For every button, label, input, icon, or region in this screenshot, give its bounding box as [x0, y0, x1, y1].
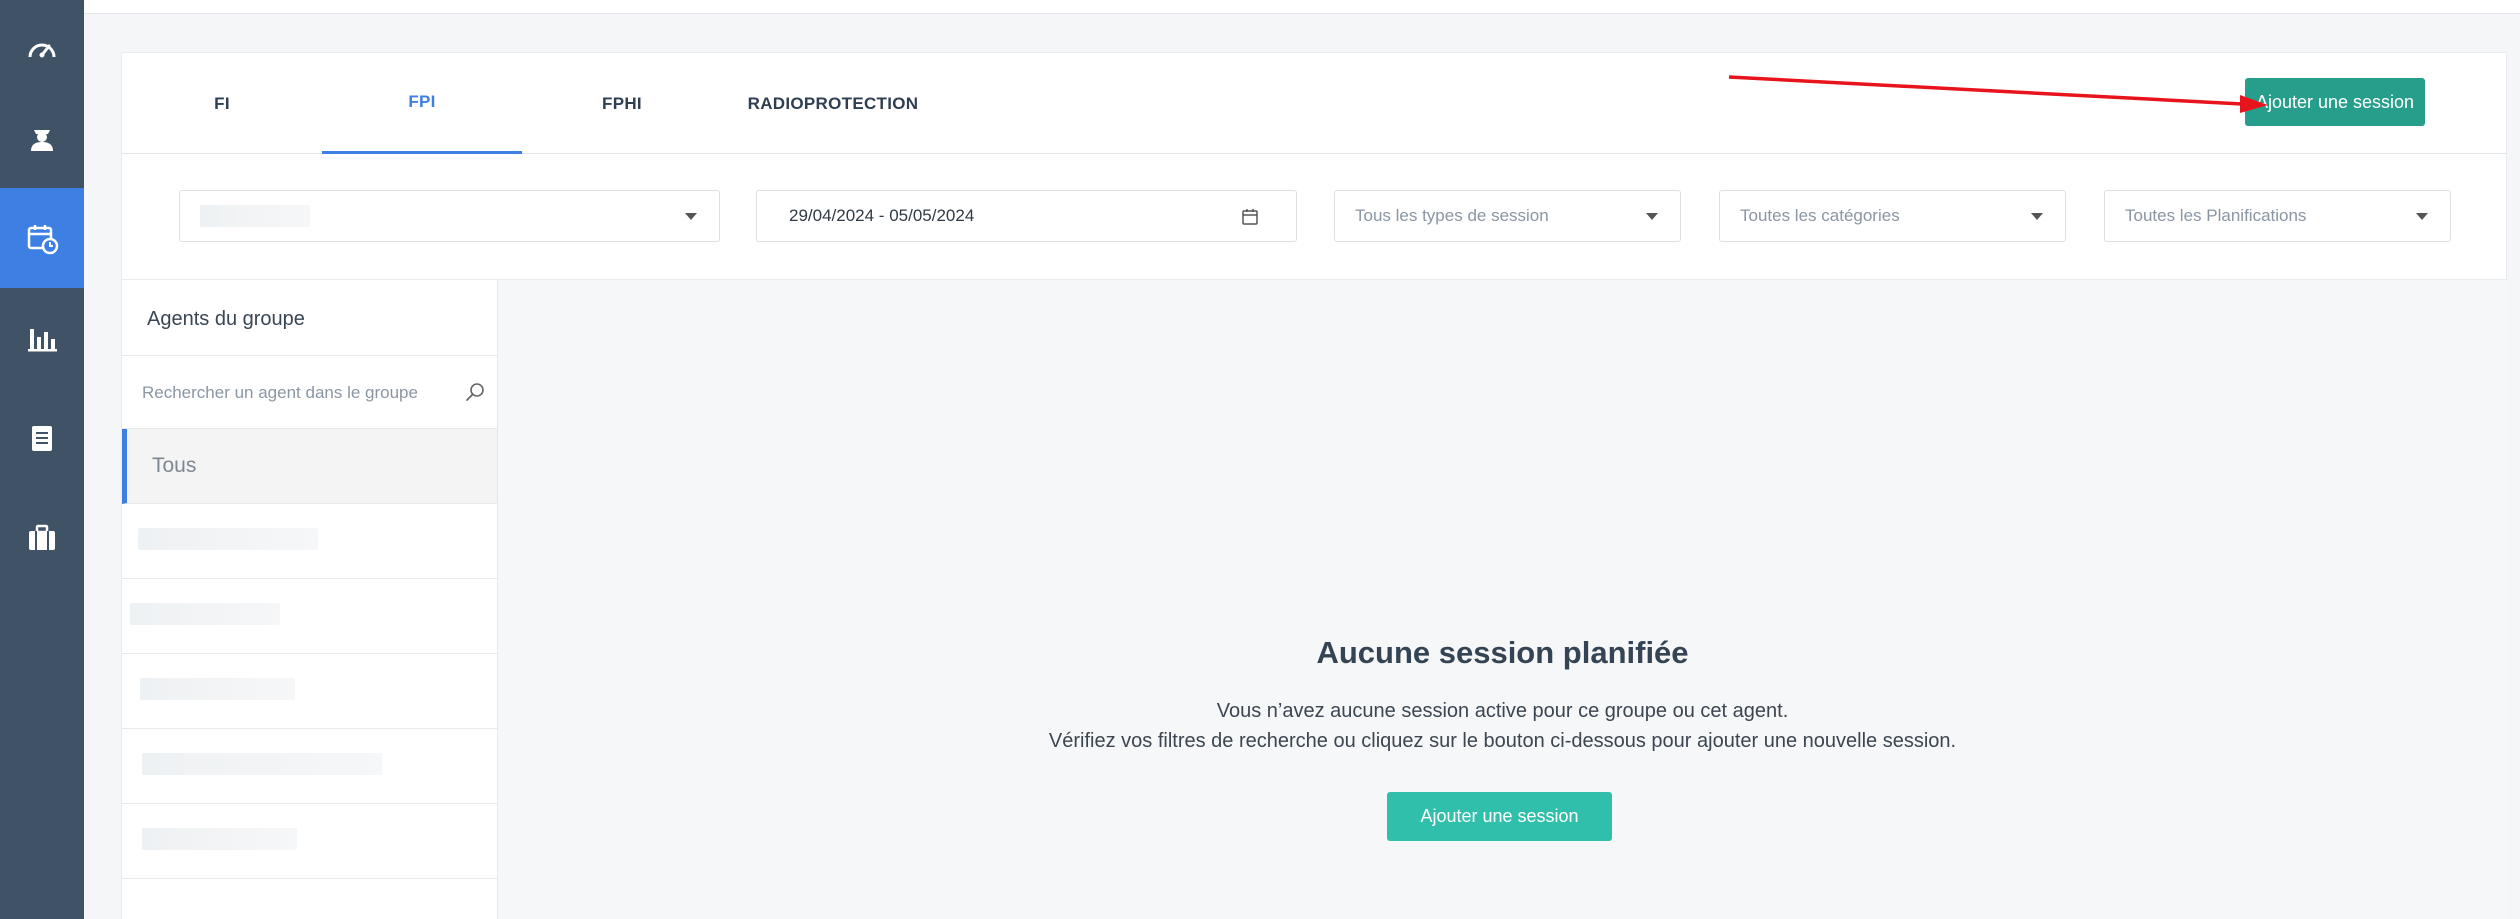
planification-placeholder: Toutes les Planifications	[2125, 206, 2307, 225]
add-session-empty-button[interactable]: Ajouter une session	[1387, 792, 1612, 841]
agent-item[interactable]	[122, 804, 497, 879]
nav-statistics[interactable]	[0, 288, 84, 388]
agents-panel: Agents du groupe Tous	[122, 280, 498, 919]
chevron-down-icon	[2031, 213, 2043, 220]
agent-name-redacted	[130, 603, 280, 625]
session-type-placeholder: Tous les types de session	[1355, 206, 1549, 225]
date-range-value: 29/04/2024 - 05/05/2024	[789, 206, 975, 225]
empty-state-line1: Vous n’avez aucune session active pour c…	[1216, 700, 1789, 722]
nav-documents[interactable]	[0, 388, 84, 488]
category-placeholder: Toutes les catégories	[1740, 206, 1900, 225]
agent-search-input[interactable]	[142, 376, 452, 410]
date-range-picker[interactable]: 29/04/2024 - 05/05/2024	[756, 190, 1297, 242]
session-type-select[interactable]: Tous les types de session	[1334, 190, 1681, 242]
nav-missions[interactable]	[0, 488, 84, 588]
agent-name-redacted	[140, 678, 295, 700]
empty-state-title: Aucune session planifiée	[1316, 635, 1689, 670]
agent-name-redacted	[142, 753, 382, 775]
agent-name-redacted	[138, 528, 318, 550]
agent-user-icon	[31, 130, 53, 151]
agent-item[interactable]	[122, 579, 497, 654]
agent-item[interactable]	[122, 654, 497, 729]
group-select[interactable]	[179, 190, 720, 242]
agent-item[interactable]	[122, 504, 497, 579]
chevron-down-icon	[2416, 213, 2428, 220]
empty-state-line2: Vérifiez vos filtres de recherche ou cli…	[1048, 730, 1957, 752]
filter-bar: 29/04/2024 - 05/05/2024 Tous les types d…	[122, 154, 2506, 280]
nav-planning[interactable]	[0, 188, 84, 288]
planning-card: FI FPI FPHI RADIOPROTECTION Ajouter une …	[121, 52, 2507, 919]
calendar-icon	[1242, 209, 1258, 225]
calendar-clock-icon	[27, 225, 59, 255]
chevron-down-icon	[1646, 213, 1658, 220]
document-list-icon	[32, 426, 52, 451]
empty-state: Aucune session planifiée Vous n’avez auc…	[498, 280, 2507, 919]
tab-bar: FI FPI FPHI RADIOPROTECTION Ajouter une …	[122, 53, 2506, 154]
chevron-down-icon	[685, 213, 697, 220]
search-icon[interactable]	[465, 382, 485, 402]
nav-dashboard[interactable]	[0, 0, 84, 100]
nav-agents[interactable]	[0, 88, 84, 188]
planification-select[interactable]: Toutes les Planifications	[2104, 190, 2451, 242]
agent-search	[122, 356, 497, 429]
top-bar	[84, 0, 2520, 14]
add-session-button[interactable]: Ajouter une session	[2245, 78, 2425, 126]
briefcase-icon	[29, 524, 55, 550]
agent-item-all[interactable]: Tous	[122, 429, 497, 504]
agent-name-redacted	[142, 828, 297, 850]
tab-fpi[interactable]: FPI	[322, 53, 522, 154]
tab-radioprotection[interactable]: RADIOPROTECTION	[722, 53, 944, 154]
agents-panel-title: Agents du groupe	[147, 308, 305, 330]
tab-fi[interactable]: FI	[122, 53, 322, 154]
dashboard-gauge-icon	[28, 43, 56, 58]
sidebar	[0, 0, 84, 919]
tab-fphi[interactable]: FPHI	[522, 53, 722, 154]
agent-item[interactable]	[122, 729, 497, 804]
agent-item-all-label: Tous	[152, 454, 197, 477]
category-select[interactable]: Toutes les catégories	[1719, 190, 2066, 242]
bar-chart-icon	[28, 329, 57, 352]
group-select-value-redacted	[200, 205, 310, 227]
